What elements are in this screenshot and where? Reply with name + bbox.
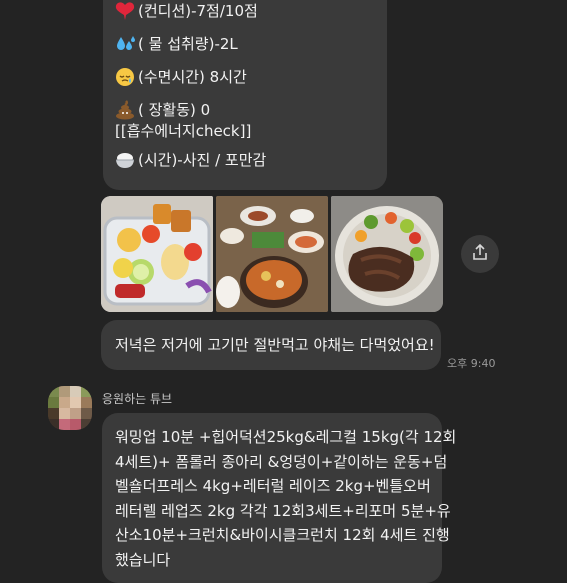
water-line: ( 물 섭취량)-2L xyxy=(115,33,238,54)
energy-check-line: [[흡수에너지check]] xyxy=(115,122,252,140)
rice-bowl-icon xyxy=(115,150,135,170)
dinner-message-bubble: 저녁은 저거에 고기만 절반먹고 야채는 다먹었어요! xyxy=(101,320,441,370)
avatar[interactable] xyxy=(48,386,92,430)
meal-photo-restaurant[interactable] xyxy=(216,196,328,312)
sender-name: 응원하는 튜브 xyxy=(102,392,173,406)
message-text: 워밍업 10분 +힙어덕션25kg&레그컬 15kg(각 12회 4세트)+ 폼… xyxy=(115,428,457,569)
heart-icon xyxy=(115,1,135,21)
workout-message-bubble: 워밍업 10분 +힙어덕션25kg&레그컬 15kg(각 12회 4세트)+ 폼… xyxy=(102,413,457,583)
bowel-line: ( 장활동) 0 xyxy=(115,99,210,120)
sleepy-face-icon xyxy=(115,67,135,87)
meal-photo-lunchbox[interactable] xyxy=(101,196,213,312)
message-timestamp: 오후 9:40 xyxy=(447,357,496,370)
meal-time-line: (시간)-사진 / 포만감 xyxy=(115,149,266,170)
condition-line: (컨디션)-7점/10점 xyxy=(115,0,258,21)
sleep-line: (수면시간) 8시간 xyxy=(115,66,247,87)
poop-icon xyxy=(115,99,135,120)
condition-log-bubble: (컨디션)-7점/10점 ( 물 섭취량)-2L (수면시간) 8시간 ( 장활… xyxy=(103,0,387,190)
meal-photo-meat-salad[interactable] xyxy=(331,196,443,312)
message-text: 저녁은 저거에 고기만 절반먹고 야채는 다먹었어요! xyxy=(115,336,435,354)
share-icon xyxy=(471,243,489,265)
water-drops-icon xyxy=(115,34,135,54)
share-button[interactable] xyxy=(461,235,499,273)
